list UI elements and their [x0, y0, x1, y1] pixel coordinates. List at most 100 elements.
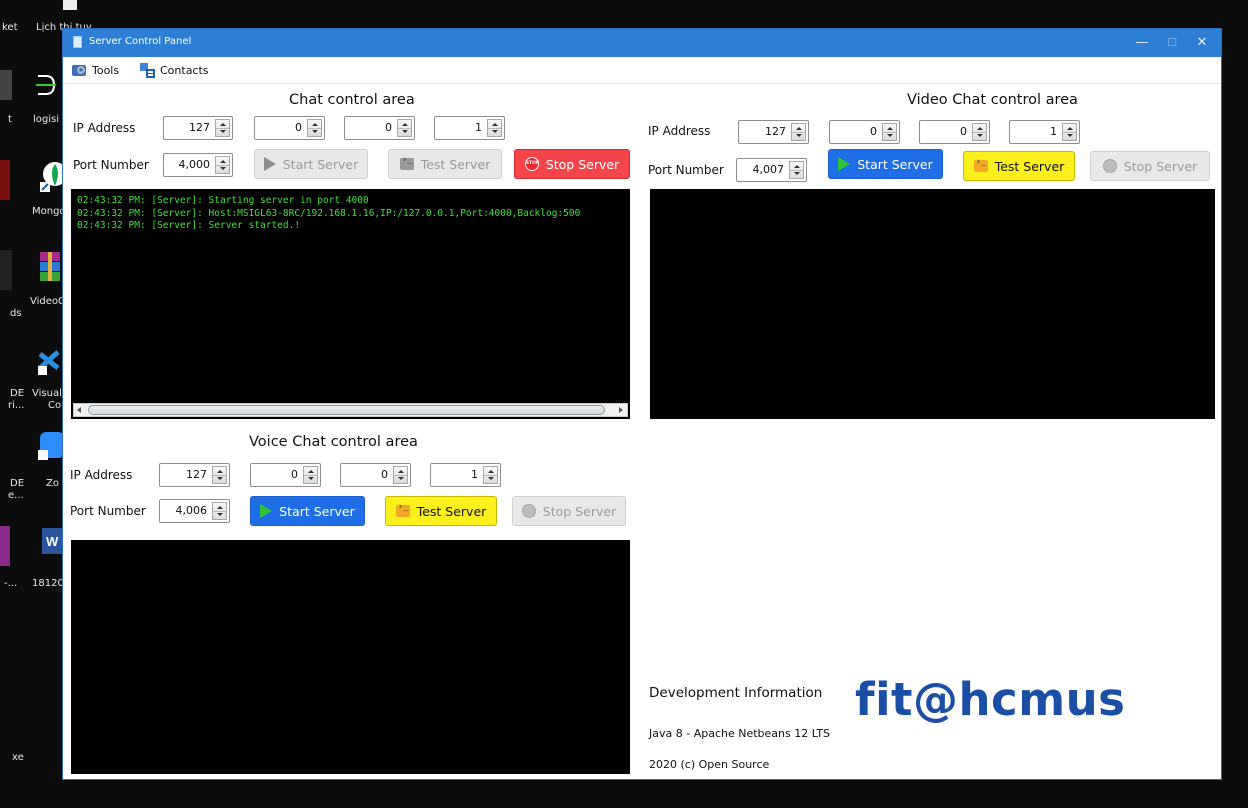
spinner-arrows-icon[interactable] [307, 119, 322, 137]
video-port-spinner[interactable]: 4,007 [736, 158, 807, 182]
file-icon[interactable] [63, 0, 77, 10]
vscode-icon[interactable] [36, 346, 62, 376]
desktop-icon-label: Co [48, 400, 62, 411]
chat-ip-octet-1-value: 127 [189, 121, 210, 134]
voice-test-server-button[interactable]: Test Server [385, 496, 497, 526]
voice-display-area[interactable] [71, 540, 630, 774]
voice-ip-octet-2[interactable]: 0 [250, 463, 321, 487]
spinner-arrows-icon[interactable] [212, 502, 227, 520]
minimize-button[interactable]: — [1127, 32, 1157, 54]
video-ip-octet-2[interactable]: 0 [829, 120, 900, 144]
video-stop-server-button[interactable]: Stop Server [1090, 151, 1210, 181]
desktop-icon-label: ds [10, 308, 22, 319]
voice-ip-octet-3-value: 0 [381, 468, 388, 481]
dev-info-line-2: 2020 (c) Open Source [649, 758, 770, 771]
voice-port-spinner[interactable]: 4,006 [159, 499, 230, 523]
desktop-icon-label: Mongo [32, 206, 66, 217]
scroll-left-icon[interactable] [77, 407, 81, 413]
spinner-arrows-icon[interactable] [393, 466, 408, 484]
chat-test-label: Test Server [420, 156, 491, 172]
scroll-right-icon[interactable] [619, 407, 623, 413]
chat-start-server-button[interactable]: Start Server [254, 149, 368, 179]
voice-ip-octet-1-value: 127 [186, 468, 207, 481]
spinner-arrows-icon[interactable] [212, 466, 227, 484]
voice-port-value: 4,006 [175, 504, 208, 517]
chat-ip-octet-3[interactable]: 0 [344, 116, 415, 140]
play-icon [260, 504, 273, 518]
video-ip-octet-3[interactable]: 0 [919, 120, 990, 144]
video-display-area[interactable] [650, 189, 1215, 419]
play-icon [838, 157, 851, 171]
spinner-arrows-icon[interactable] [791, 123, 806, 141]
voice-ip-octet-4[interactable]: 1 [430, 463, 501, 487]
voice-ip-octet-3[interactable]: 0 [340, 463, 411, 487]
menu-tools-label: Tools [92, 63, 120, 77]
mongodb-icon[interactable] [38, 160, 67, 194]
maximize-button[interactable]: ☐ [1157, 32, 1187, 54]
video-port-label: Port Number [648, 163, 724, 177]
zoom-icon[interactable] [38, 430, 64, 464]
spinner-arrows-icon[interactable] [215, 119, 230, 137]
voice-ip-octet-4-value: 1 [471, 468, 478, 481]
voice-test-label: Test Server [416, 503, 487, 519]
contacts-icon [139, 62, 155, 78]
video-start-server-button[interactable]: Start Server [828, 149, 943, 179]
video-section-title: Video Chat control area [907, 92, 1078, 108]
chat-port-spinner[interactable]: 4,000 [163, 153, 233, 177]
title-bar[interactable]: Server Control Panel — ☐ ✕ [63, 29, 1221, 57]
log-line: 02:43:32 PM: [Server]: Starting server i… [77, 195, 369, 206]
video-ip-octet-1[interactable]: 127 [738, 120, 809, 144]
voice-start-server-button[interactable]: Start Server [250, 496, 365, 526]
scrollbar-thumb[interactable] [88, 405, 605, 415]
spinner-arrows-icon[interactable] [483, 466, 498, 484]
word-icon[interactable]: W [40, 526, 64, 556]
window-title: Server Control Panel [89, 36, 192, 47]
video-test-server-button[interactable]: Test Server [963, 151, 1075, 181]
chat-port-value: 4,000 [178, 158, 211, 171]
spinner-arrows-icon[interactable] [882, 123, 897, 141]
chat-ip-octet-4-value: 1 [475, 121, 482, 134]
side-icon [0, 250, 12, 290]
chat-ip-octet-2[interactable]: 0 [254, 116, 325, 140]
menu-contacts[interactable]: Contacts [139, 61, 209, 79]
stop-icon [1102, 159, 1117, 173]
chat-test-server-button[interactable]: Test Server [388, 149, 502, 179]
video-ip-octet-4[interactable]: 1 [1009, 120, 1080, 144]
desktop-icon-label: e... [8, 490, 24, 501]
side-icon [0, 526, 10, 566]
spinner-arrows-icon[interactable] [487, 119, 502, 137]
play-icon [263, 157, 276, 171]
spinner-arrows-icon[interactable] [397, 119, 412, 137]
spinner-arrows-icon[interactable] [1062, 123, 1077, 141]
server-control-window: Server Control Panel — ☐ ✕ Tools Contact… [62, 28, 1222, 780]
close-button[interactable]: ✕ [1187, 32, 1217, 54]
voice-stop-server-button[interactable]: Stop Server [512, 496, 626, 526]
terminal-icon [973, 157, 988, 172]
spinner-arrows-icon[interactable] [972, 123, 987, 141]
spinner-arrows-icon[interactable] [215, 156, 230, 174]
chat-ip-octet-1[interactable]: 127 [163, 116, 233, 140]
desktop-icon-label: 18120 [32, 578, 64, 589]
chat-log-horizontal-scrollbar[interactable] [73, 403, 628, 417]
chat-ip-octet-4[interactable]: 1 [434, 116, 505, 140]
dev-info-line-1: Java 8 - Apache Netbeans 12 LTS [649, 727, 831, 740]
chat-start-label: Start Server [282, 156, 359, 172]
chat-port-label: Port Number [73, 158, 149, 172]
side-icon [0, 160, 10, 200]
side-icon [0, 70, 12, 100]
fit-hcmus-logo: fit@hcmus [855, 673, 1126, 726]
winrar-icon[interactable] [38, 250, 62, 284]
desktop-icon-label: -... [4, 578, 18, 589]
chat-ip-label: IP Address [73, 121, 136, 135]
spinner-arrows-icon[interactable] [789, 161, 804, 179]
video-ip-octet-2-value: 0 [870, 125, 877, 138]
menu-contacts-label: Contacts [160, 63, 209, 77]
video-ip-label: IP Address [648, 124, 711, 138]
chat-ip-octet-2-value: 0 [295, 121, 302, 134]
chat-log-console[interactable]: 02:43:32 PM: [Server]: Starting server i… [71, 189, 630, 419]
spinner-arrows-icon[interactable] [303, 466, 318, 484]
chat-stop-server-button[interactable]: STOP Stop Server [514, 149, 630, 179]
voice-ip-octet-1[interactable]: 127 [159, 463, 230, 487]
menu-tools[interactable]: Tools [71, 61, 119, 79]
logisim-icon[interactable] [36, 70, 58, 100]
